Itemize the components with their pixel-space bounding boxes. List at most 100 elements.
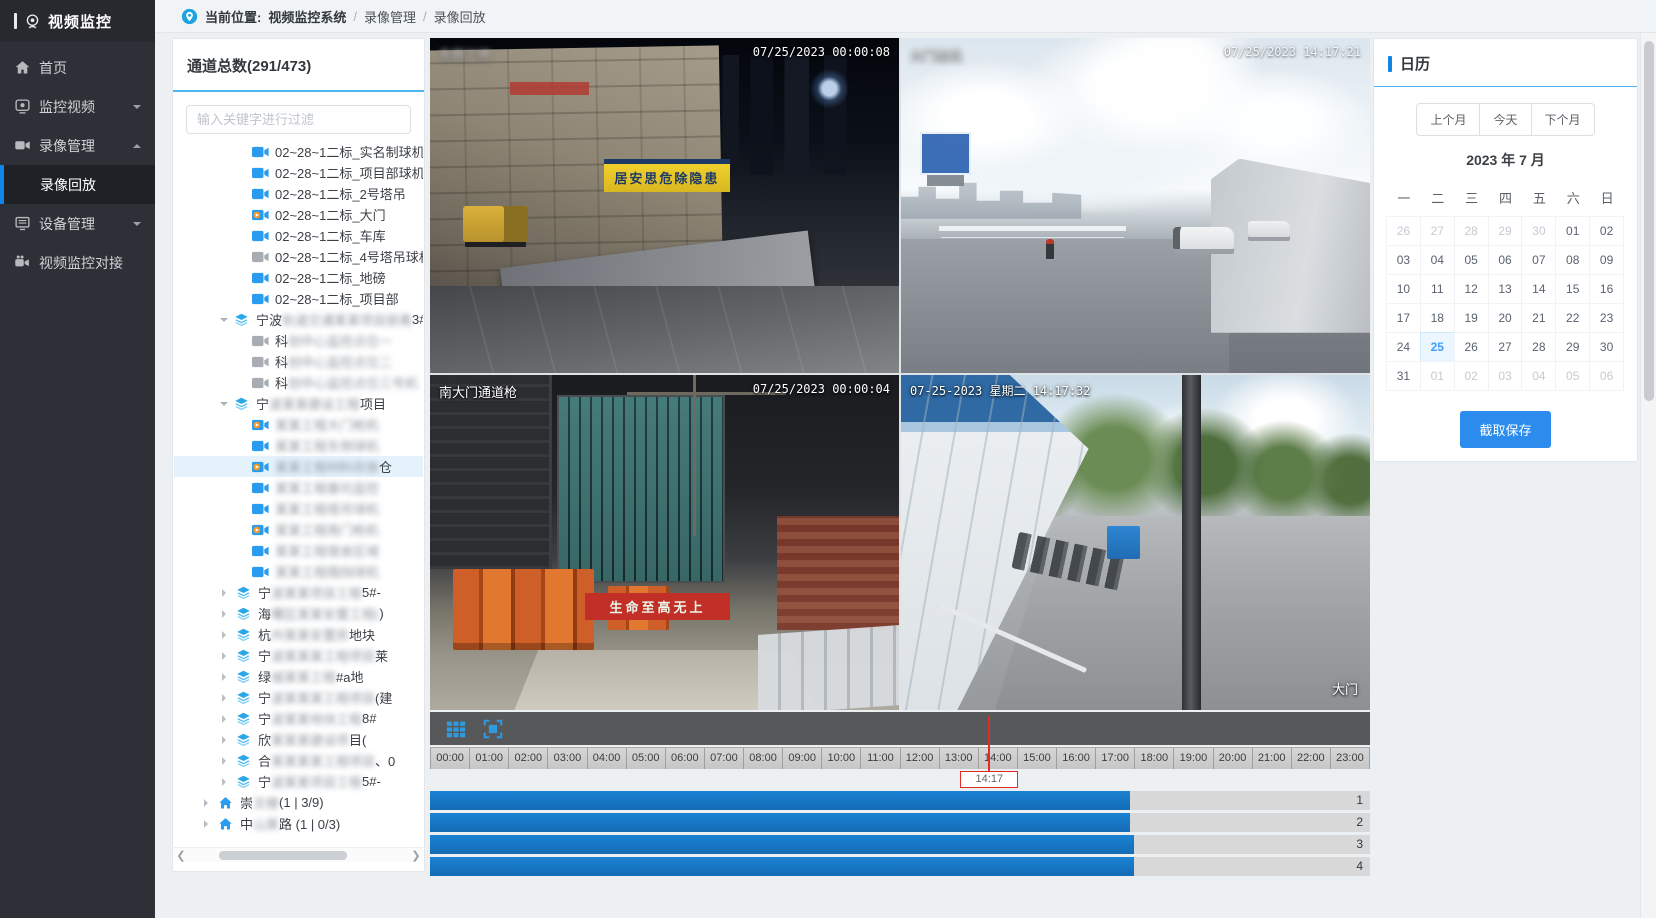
hour-tick[interactable]: 05:00 [627,748,666,769]
grid-layout-icon[interactable] [445,718,467,740]
chevron-right-icon[interactable] [222,694,230,702]
day-cell[interactable]: 06 [1589,361,1624,391]
recording-bar[interactable] [430,813,1130,832]
hour-tick[interactable]: 01:00 [470,748,509,769]
scrollbar-thumb[interactable] [1644,41,1654,401]
chevron-right-icon[interactable] [204,799,212,807]
hour-tick[interactable]: 20:00 [1214,748,1253,769]
day-cell[interactable]: 18 [1420,303,1455,333]
day-cell[interactable]: 01 [1420,361,1455,391]
tree-item-group[interactable]: 宁波某某某工程项目莱 [174,645,423,666]
day-cell[interactable]: 19 [1454,303,1489,333]
hour-tick[interactable]: 04:00 [588,748,627,769]
recording-bar[interactable] [430,857,1134,876]
day-cell[interactable]: 26 [1386,216,1421,246]
tree-item-camera[interactable]: 某某工程大门枪机 [174,414,423,435]
day-cell[interactable]: 03 [1386,245,1421,275]
hour-tick[interactable]: 12:00 [901,748,940,769]
video-tile-4-selected[interactable]: 07-25-2023 星期二 14:17:32 大门 [901,375,1370,710]
hour-tick[interactable]: 10:00 [822,748,861,769]
hour-tick[interactable]: 16:00 [1057,748,1096,769]
tree-item-camera[interactable]: 某某工程材料存放仓 [174,456,423,477]
tree-item-camera[interactable]: 02~28~1二标_项目部 [174,288,423,309]
tree-horizontal-scrollbar[interactable]: ❮ ❯ [174,847,423,862]
sidebar-item-video-dock[interactable]: 视频监控对接 [0,243,155,282]
chevron-down-icon[interactable] [220,402,228,410]
day-cell[interactable]: 26 [1454,332,1489,362]
chevron-right-icon[interactable] [222,757,230,765]
day-cell[interactable]: 16 [1589,274,1624,304]
tree-item-camera[interactable]: 科创中心监控点位一 [174,330,423,351]
tree-item-camera[interactable]: 02~28~1二标_实名制球机 [174,141,423,162]
chevron-right-icon[interactable] [222,778,230,786]
day-cell[interactable]: 04 [1420,245,1455,275]
day-cell[interactable]: 29 [1488,216,1523,246]
hour-tick[interactable]: 00:00 [430,748,470,769]
hour-tick[interactable]: 06:00 [666,748,705,769]
hour-tick[interactable]: 08:00 [744,748,783,769]
tree-item-camera[interactable]: 02~28~1二标_项目部球机 [174,162,423,183]
tree-item-group[interactable]: 宁波某某项目工程5#- [174,582,423,603]
sidebar-item-recording-playback[interactable]: 录像回放 [0,165,155,204]
hour-tick[interactable]: 13:00 [940,748,979,769]
chevron-right-icon[interactable] [222,631,230,639]
tree-item-group[interactable]: 宁波轨道交通某某项目部甬3#- [174,309,423,330]
video-tile-1[interactable]: 居安思危除隐患 东侧工地 07/25/2023 00:00:08 [430,38,899,373]
tree-item-camera[interactable]: 某某工程基坑监控 [174,477,423,498]
hour-tick[interactable]: 02:00 [509,748,548,769]
chevron-right-icon[interactable] [204,820,212,828]
chevron-right-icon[interactable] [222,652,230,660]
sidebar-item-device-management[interactable]: 设备管理 [0,204,155,243]
tree-item-camera[interactable]: 某某工程塔吊球机 [174,498,423,519]
recording-track[interactable]: 3 [430,835,1370,854]
day-cell[interactable]: 31 [1386,361,1421,391]
hour-tick[interactable]: 19:00 [1174,748,1213,769]
today-button[interactable]: 今天 [1480,103,1531,136]
day-cell[interactable]: 28 [1521,332,1556,362]
next-month-button[interactable]: 下个月 [1532,103,1595,136]
tree-item-camera[interactable]: 02~28~1二标_4号塔吊球机 [174,246,423,267]
day-cell[interactable]: 17 [1386,303,1421,333]
scroll-right-icon[interactable]: ❯ [409,849,423,862]
recording-track[interactable]: 4 [430,857,1370,876]
tree-item-group[interactable]: 绿城某某工程#a地 [174,666,423,687]
day-cell[interactable]: 08 [1555,245,1590,275]
hour-tick[interactable]: 03:00 [548,748,587,769]
channel-search-input[interactable] [186,105,411,134]
scrollbar-track[interactable] [188,851,409,860]
day-cell[interactable]: 07 [1521,245,1556,275]
day-cell[interactable]: 21 [1521,303,1556,333]
tree-item-camera[interactable]: 02~28~1二标_2号塔吊 [174,183,423,204]
recording-track[interactable]: 2 [430,813,1370,832]
hour-tick[interactable]: 11:00 [861,748,900,769]
tree-item-camera[interactable]: 科创中心监控点位三号机 [174,372,423,393]
day-cell[interactable]: 20 [1488,303,1523,333]
scroll-left-icon[interactable]: ❮ [174,849,188,862]
day-cell[interactable]: 05 [1555,361,1590,391]
chevron-right-icon[interactable] [222,673,230,681]
breadcrumb-root[interactable]: 视频监控系统 [268,7,346,26]
video-tile-3[interactable]: 生命至高无上 南大门通道枪 07/25/2023 00:00:04 [430,375,899,710]
hour-tick[interactable]: 07:00 [705,748,744,769]
day-cell[interactable]: 27 [1420,216,1455,246]
recording-track[interactable]: 1 [430,791,1370,810]
capture-save-button[interactable]: 截取保存 [1460,411,1550,448]
prev-month-button[interactable]: 上个月 [1416,103,1480,136]
chevron-right-icon[interactable] [222,610,230,618]
day-cell[interactable]: 29 [1555,332,1590,362]
tree-item-camera[interactable]: 02~28~1二标_车库 [174,225,423,246]
hour-tick[interactable]: 22:00 [1292,748,1331,769]
sidebar-item-live-video[interactable]: 监控视频 [0,87,155,126]
day-cell[interactable]: 30 [1589,332,1624,362]
sidebar-item-home[interactable]: 首页 [0,48,155,87]
tree-item-group[interactable]: 合某某某某工程项目、0 [174,750,423,771]
tree-item-camera[interactable]: 某某工程东侧球机 [174,435,423,456]
day-cell[interactable]: 13 [1488,274,1523,304]
day-cell[interactable]: 02 [1589,216,1624,246]
day-cell[interactable]: 03 [1488,361,1523,391]
day-cell[interactable]: 30 [1521,216,1556,246]
day-cell[interactable]: 22 [1555,303,1590,333]
recording-bar[interactable] [430,835,1134,854]
day-cell[interactable]: 05 [1454,245,1489,275]
day-cell[interactable]: 02 [1454,361,1489,391]
